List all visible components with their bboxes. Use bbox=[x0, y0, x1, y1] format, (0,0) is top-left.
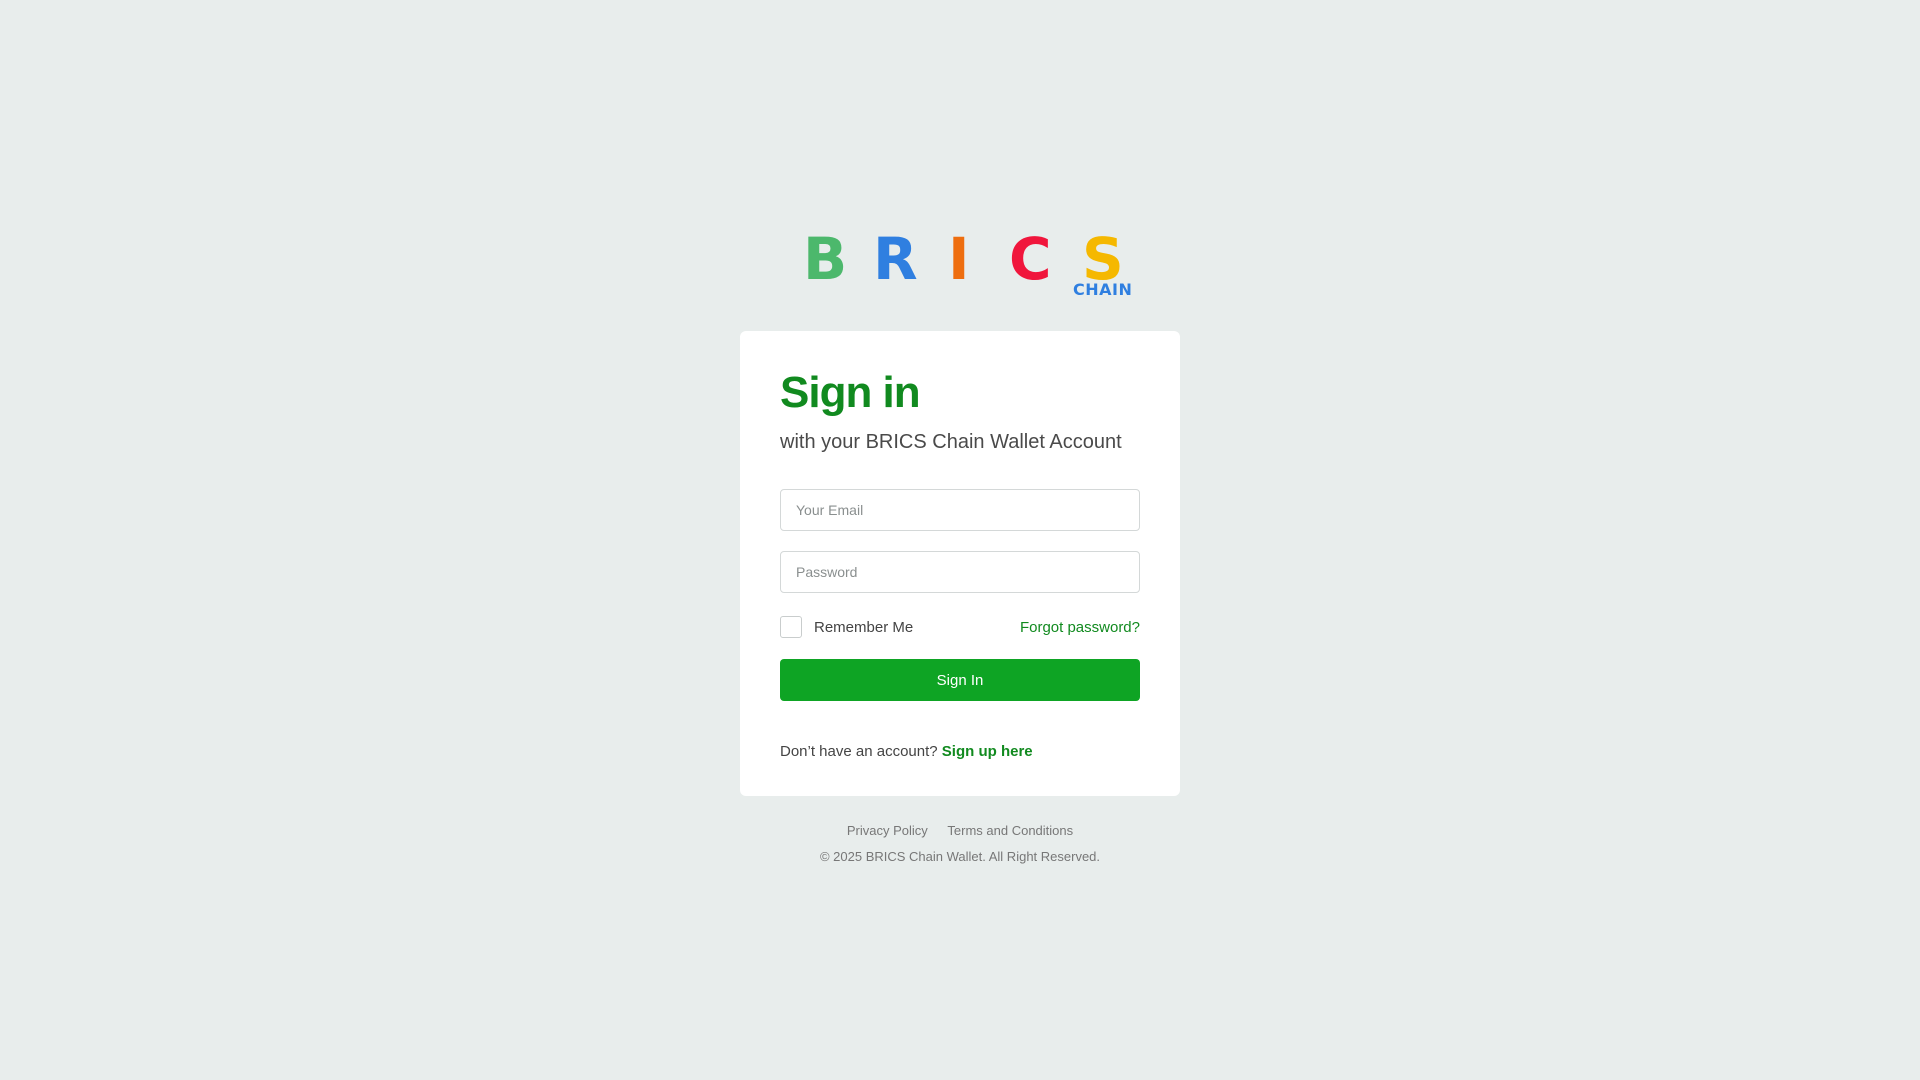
copyright: © 2025 BRICS Chain Wallet. All Right Res… bbox=[819, 849, 1101, 864]
brics-chain-logo: B R I C S CHAIN bbox=[803, 225, 1132, 298]
signup-prompt: Don’t have an account? bbox=[780, 743, 938, 760]
remember-me-toggle[interactable]: Remember Me bbox=[780, 616, 913, 638]
sign-in-button[interactable]: Sign In bbox=[780, 659, 1140, 701]
remember-me-label: Remember Me bbox=[814, 618, 914, 636]
logo-letter-b: B bbox=[803, 225, 848, 293]
logo-chain-text: CHAIN bbox=[1073, 280, 1133, 299]
email-field[interactable] bbox=[780, 489, 1140, 531]
signup-row: Don’t have an account? Sign up here bbox=[780, 743, 1140, 760]
page-subtitle: with your BRICS Chain Wallet Account bbox=[780, 431, 1122, 453]
forgot-password-link[interactable]: Forgot password? bbox=[1020, 619, 1140, 636]
logo-letter-r: R bbox=[873, 225, 918, 293]
logo-letter-i: I bbox=[948, 225, 970, 293]
logo-letter-c: C bbox=[1009, 225, 1052, 293]
signup-link[interactable]: Sign up here bbox=[942, 743, 1033, 760]
privacy-policy-link[interactable]: Privacy Policy bbox=[847, 823, 928, 838]
signin-card: Sign in with your BRICS Chain Wallet Acc… bbox=[740, 331, 1180, 796]
remember-forgot-row: Remember Me Forgot password? bbox=[780, 615, 1140, 639]
footer-links: Privacy Policy Terms and Conditions bbox=[0, 822, 1920, 840]
terms-link[interactable]: Terms and Conditions bbox=[947, 823, 1073, 838]
page-title: Sign in bbox=[780, 368, 921, 417]
remember-me-checkbox[interactable] bbox=[780, 616, 802, 638]
password-field[interactable] bbox=[780, 551, 1140, 593]
